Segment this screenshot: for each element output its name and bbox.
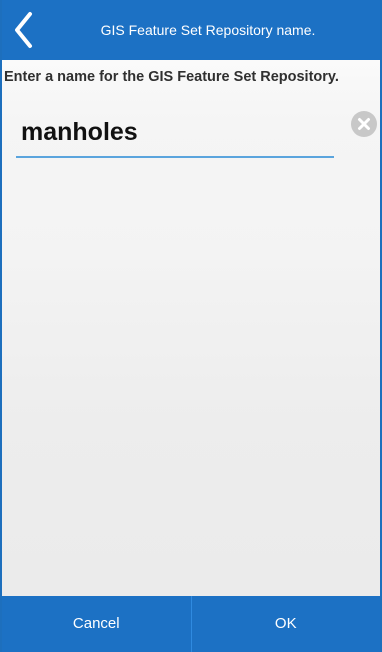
cancel-button[interactable]: Cancel <box>2 596 191 652</box>
repository-name-input[interactable] <box>16 110 334 154</box>
clear-button[interactable] <box>351 111 377 137</box>
ok-button[interactable]: OK <box>192 596 381 652</box>
clear-circle-icon <box>351 111 377 137</box>
name-field-underline <box>16 110 334 158</box>
dialog-screen: GIS Feature Set Repository name. Enter a… <box>0 0 382 652</box>
prompt-label: Enter a name for the GIS Feature Set Rep… <box>4 69 339 85</box>
header-bar: GIS Feature Set Repository name. <box>2 0 380 60</box>
back-button[interactable] <box>2 8 46 52</box>
page-title: GIS Feature Set Repository name. <box>100 22 316 38</box>
footer-bar: Cancel OK <box>2 596 380 652</box>
chevron-left-icon <box>2 8 46 52</box>
